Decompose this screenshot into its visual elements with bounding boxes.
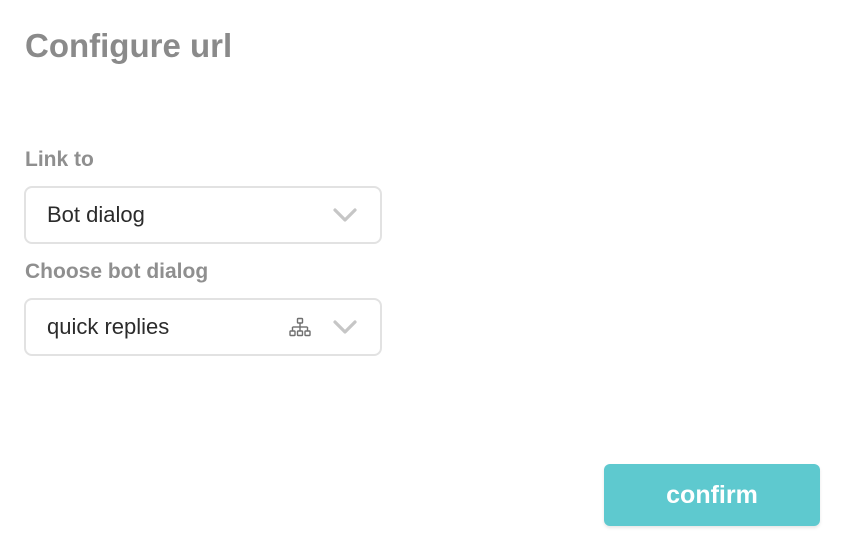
chevron-down-icon [333,208,357,222]
link-to-selected-value: Bot dialog [47,202,145,227]
sitemap-icon[interactable] [288,317,312,339]
confirm-button[interactable]: confirm [604,464,820,526]
choose-bot-dialog-label: Choose bot dialog [25,260,209,283]
dialog-title: Configure url [25,27,233,64]
configure-url-dialog: Configure url Link to Bot dialog Choose … [0,0,846,548]
link-to-label: Link to [25,148,94,171]
bot-dialog-selected-value: quick replies [47,314,170,339]
bot-dialog-select[interactable]: quick replies [24,298,382,356]
link-to-select[interactable]: Bot dialog [24,186,382,244]
chevron-down-icon [333,320,357,334]
